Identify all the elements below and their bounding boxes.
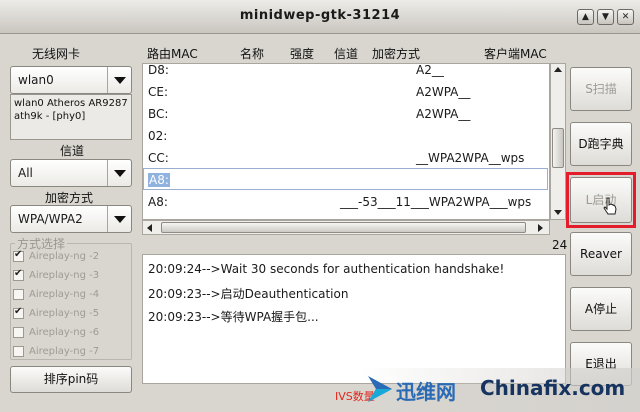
row-detail: A2WPA__ — [416, 107, 471, 121]
table-row[interactable]: CC: __WPA2WPA__wps — [143, 147, 548, 169]
encryption-value: WPA/WPA2 — [18, 212, 83, 226]
method-group: 方式选择 Aireplay-ng -2 Aireplay-ng -3 Airep… — [10, 235, 132, 360]
hand-cursor-icon — [603, 197, 617, 215]
checkbox-icon — [13, 268, 24, 281]
table-row-selected[interactable]: A8: — [143, 168, 548, 190]
chevron-down-icon — [107, 206, 131, 232]
channel-value: All — [18, 166, 33, 180]
wireless-card-label: 无线网卡 — [32, 47, 81, 61]
log-line: 20:09:23-->启动Deauthentication — [148, 287, 349, 301]
row-detail: ___-53___11___WPA2WPA___wps — [340, 195, 532, 209]
watermark: 迅维网 Chinafix.com — [360, 368, 640, 412]
row-mac: BC: — [148, 107, 169, 121]
reaver-button[interactable]: Reaver — [570, 232, 632, 276]
chevron-down-icon — [107, 160, 131, 186]
network-list[interactable]: D8: A2__ CE: A2WPA__ BC: A2WPA__ 02: CC:… — [142, 63, 550, 220]
row-mac: A8: — [148, 195, 168, 209]
chevron-down-icon — [107, 67, 131, 93]
vertical-scroll-thumb[interactable] — [552, 128, 564, 168]
method-group-title: 方式选择 — [15, 235, 68, 252]
table-row[interactable]: 02: — [143, 125, 548, 147]
interface-info: wlan0 Atheros AR9287 ath9k - [phy0] — [10, 94, 132, 140]
row-detail: __WPA2WPA__wps — [416, 151, 525, 165]
stop-button[interactable]: A停止 — [570, 287, 632, 331]
col-header-strength[interactable]: 强度 — [290, 45, 314, 62]
checkbox-icon — [13, 346, 24, 357]
log-line: 20:09:24-->Wait 30 seconds for authentic… — [148, 262, 505, 276]
dictionary-button[interactable]: D跑字典 — [570, 122, 632, 166]
scroll-left-icon[interactable] — [147, 224, 152, 232]
row-mac: D8: — [148, 63, 169, 77]
maximize-icon[interactable]: ▲ — [577, 9, 594, 25]
log-output: 20:09:24-->Wait 30 seconds for authentic… — [142, 254, 566, 384]
vertical-scrollbar[interactable] — [550, 63, 566, 220]
checkbox-icon — [13, 249, 24, 262]
interface-info-line: ath9k - [phy0] — [14, 111, 86, 122]
scroll-right-icon[interactable] — [538, 224, 543, 232]
pin-sort-button[interactable]: 排序pin码 — [10, 366, 132, 393]
channel-label: 信道 — [60, 144, 85, 158]
row-mac: CE: — [148, 85, 169, 99]
col-header-encryption[interactable]: 加密方式 — [372, 45, 420, 62]
checkbox-icon — [13, 289, 24, 300]
channel-select[interactable]: All — [10, 159, 132, 187]
table-row[interactable]: BC: A2WPA__ — [143, 103, 548, 125]
scan-button[interactable]: S扫描 — [570, 67, 632, 111]
horizontal-scrollbar[interactable] — [142, 220, 550, 235]
row-detail: A2__ — [416, 63, 444, 77]
table-row[interactable]: D8: A2__ — [143, 63, 548, 81]
row-mac: A8: — [148, 173, 170, 187]
restore-icon[interactable]: ▼ — [597, 9, 614, 25]
close-icon[interactable]: ✕ — [617, 9, 634, 25]
title-bar: minidwep-gtk-31214 ▲ ▼ ✕ — [0, 0, 640, 34]
horizontal-scroll-thumb[interactable] — [161, 222, 526, 233]
col-header-channel[interactable]: 信道 — [334, 45, 358, 62]
scroll-up-icon[interactable] — [554, 67, 562, 72]
interface-select[interactable]: wlan0 — [10, 66, 132, 94]
row-mac: CC: — [148, 151, 169, 165]
watermark-brand-cn: 迅维网 — [396, 380, 456, 404]
handshake-count: 24 — [552, 238, 568, 252]
encryption-label: 加密方式 — [45, 191, 94, 205]
checkbox-icon — [13, 306, 24, 319]
window-title: minidwep-gtk-31214 — [239, 8, 401, 23]
watermark-brand-en: Chinafix.com — [480, 376, 626, 400]
interface-info-line: wlan0 Atheros AR9287 — [14, 98, 128, 109]
highlight-frame — [566, 172, 636, 228]
col-header-client-mac[interactable]: 客户端MAC — [484, 45, 547, 62]
encryption-select[interactable]: WPA/WPA2 — [10, 205, 132, 233]
table-row[interactable]: A8: ___-53___11___WPA2WPA___wps — [143, 191, 548, 213]
table-row[interactable]: CE: A2WPA__ — [143, 81, 548, 103]
interface-value: wlan0 — [18, 73, 54, 87]
row-detail: A2WPA__ — [416, 85, 471, 99]
log-line: 20:09:23-->等待WPA握手包... — [148, 310, 319, 324]
row-mac: 02: — [148, 129, 168, 143]
col-header-name[interactable]: 名称 — [240, 45, 264, 62]
chinafix-logo-icon — [368, 376, 392, 402]
checkbox-icon — [13, 327, 24, 338]
scroll-down-icon[interactable] — [554, 210, 562, 215]
col-header-router-mac[interactable]: 路由MAC — [147, 45, 198, 62]
